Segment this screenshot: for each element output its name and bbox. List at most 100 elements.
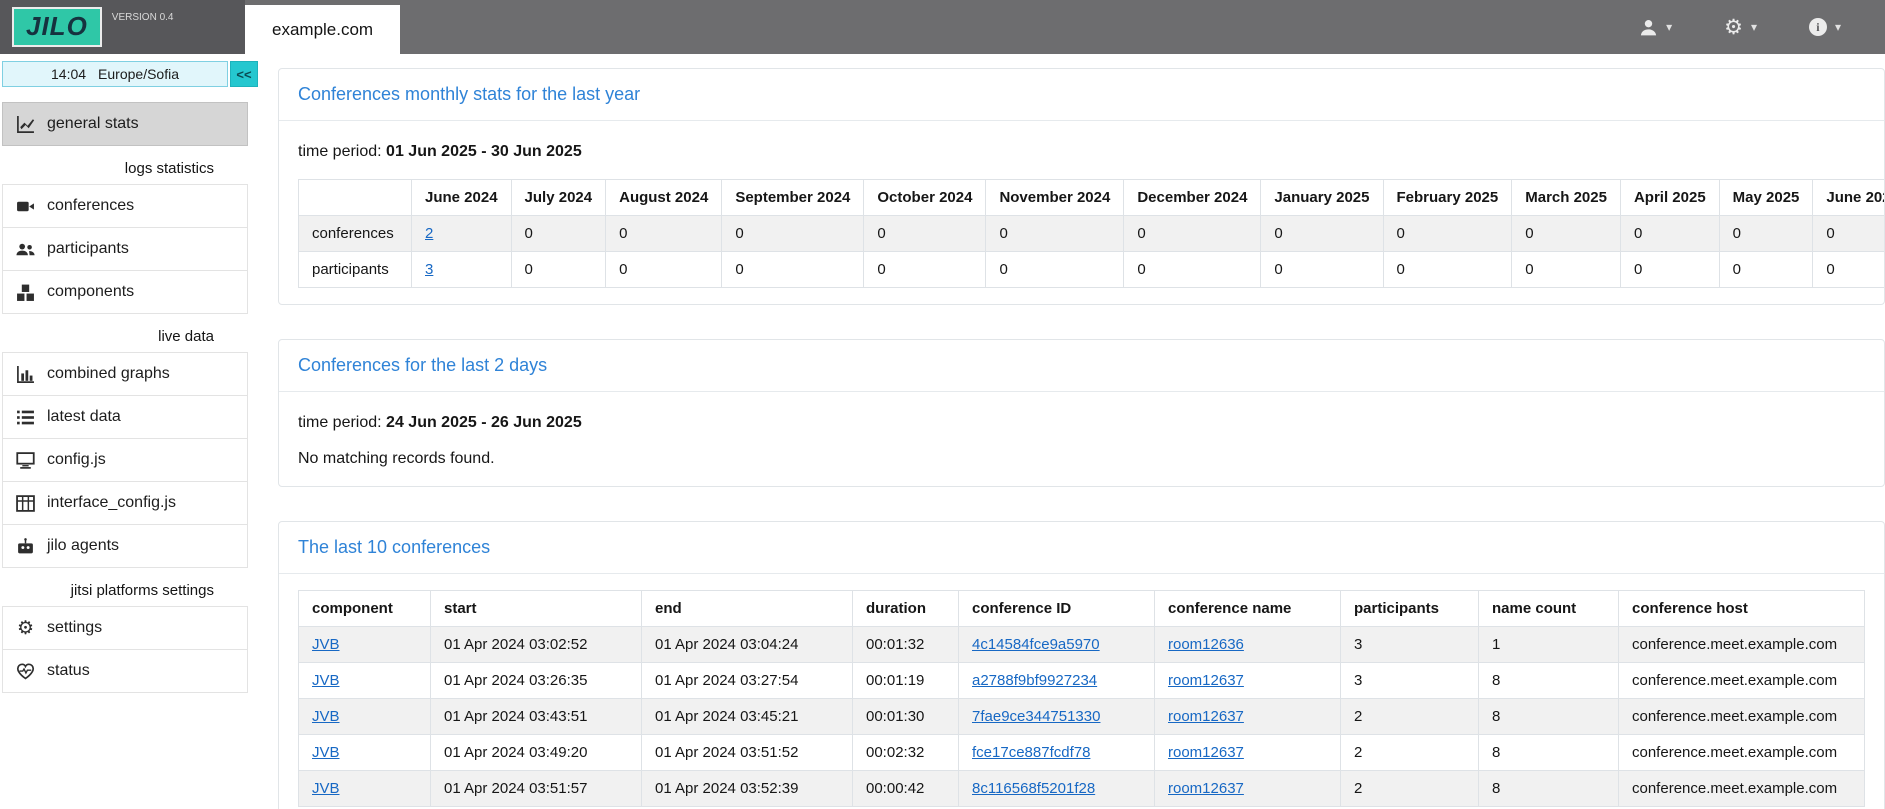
table-link[interactable]: a2788f9bf9927234 bbox=[972, 672, 1097, 689]
cell-with-link: room12637 bbox=[1155, 699, 1341, 735]
table-row: JVB01 Apr 2024 03:02:5201 Apr 2024 03:04… bbox=[299, 627, 1865, 663]
table-cell: 01 Apr 2024 03:43:51 bbox=[431, 699, 642, 735]
user-menu[interactable]: ▾ bbox=[1639, 18, 1672, 37]
sidebar-item-latest-data[interactable]: latest data bbox=[2, 395, 248, 439]
sidebar-item-label: participants bbox=[47, 240, 129, 258]
card-title-last-10-conferences: The last 10 conferences bbox=[279, 522, 1884, 574]
caret-down-icon: ▾ bbox=[1835, 20, 1841, 34]
cell-with-link: JVB bbox=[299, 771, 431, 807]
table-cell: 0 bbox=[1261, 252, 1383, 288]
table-cell: 8 bbox=[1479, 699, 1619, 735]
table-link[interactable]: room12637 bbox=[1168, 708, 1244, 725]
heart-pulse-icon bbox=[16, 662, 35, 681]
sidebar-item-components[interactable]: components bbox=[2, 270, 248, 314]
table-link[interactable]: fce17ce887fcdf78 bbox=[972, 744, 1090, 761]
robot-icon bbox=[16, 537, 35, 556]
bar-chart-icon bbox=[16, 365, 35, 384]
sidebar-section-logs-statistics: logs statistics bbox=[2, 146, 260, 185]
tab-example-com[interactable]: example.com bbox=[245, 5, 400, 54]
jilo-logo: JILO bbox=[12, 7, 102, 46]
info-menu[interactable]: i ▾ bbox=[1809, 18, 1841, 36]
sidebar-item-settings[interactable]: ⚙ settings bbox=[2, 606, 248, 650]
clock-display: 14:04 Europe/Sofia bbox=[2, 61, 228, 87]
column-header: October 2024 bbox=[864, 180, 986, 216]
table-link[interactable]: room12637 bbox=[1168, 744, 1244, 761]
sidebar-item-interface-config-js[interactable]: interface_config.js bbox=[2, 481, 248, 525]
table-cell: 0 bbox=[511, 216, 606, 252]
table-link[interactable]: room12637 bbox=[1168, 672, 1244, 689]
sidebar-item-status[interactable]: status bbox=[2, 649, 248, 693]
column-header: conference name bbox=[1155, 591, 1341, 627]
column-header: February 2025 bbox=[1383, 180, 1512, 216]
table-link[interactable]: 4c14584fce9a5970 bbox=[972, 636, 1100, 653]
table-link[interactable]: JVB bbox=[312, 672, 340, 689]
table-cell: 0 bbox=[1383, 216, 1512, 252]
table-cell: conference.meet.example.com bbox=[1619, 627, 1865, 663]
table-cell: 01 Apr 2024 03:04:24 bbox=[642, 627, 853, 663]
sidebar-item-conferences[interactable]: conferences bbox=[2, 184, 248, 228]
table-cell: 01 Apr 2024 03:27:54 bbox=[642, 663, 853, 699]
column-header: January 2025 bbox=[1261, 180, 1383, 216]
time-period: time period: 01 Jun 2025 - 30 Jun 2025 bbox=[298, 143, 1865, 161]
table-link[interactable]: 3 bbox=[425, 261, 433, 278]
sidebar-item-label: status bbox=[47, 662, 90, 680]
table-cell: 0 bbox=[986, 216, 1124, 252]
cell-with-link: 2 bbox=[412, 216, 512, 252]
column-header: start bbox=[431, 591, 642, 627]
table-link[interactable]: 7fae9ce344751330 bbox=[972, 708, 1100, 725]
table-cell: 00:01:32 bbox=[853, 627, 959, 663]
table-cell: 3 bbox=[1341, 627, 1479, 663]
cell-with-link: JVB bbox=[299, 663, 431, 699]
table-cell: 00:00:42 bbox=[853, 771, 959, 807]
table-link[interactable]: JVB bbox=[312, 708, 340, 725]
table-link[interactable]: room12636 bbox=[1168, 636, 1244, 653]
sidebar-item-label: general stats bbox=[47, 115, 139, 133]
column-header: April 2025 bbox=[1620, 180, 1719, 216]
card-last-10-conferences: The last 10 conferences componentstarten… bbox=[278, 521, 1885, 809]
table-cell: 01 Apr 2024 03:51:57 bbox=[431, 771, 642, 807]
cell-with-link: JVB bbox=[299, 735, 431, 771]
table-link[interactable]: 2 bbox=[425, 225, 433, 242]
table-cell: 01 Apr 2024 03:51:52 bbox=[642, 735, 853, 771]
cubes-icon bbox=[16, 283, 35, 302]
sidebar-item-label: jilo agents bbox=[47, 537, 119, 555]
table-row: conferences2000000000000 bbox=[299, 216, 1885, 252]
sidebar-item-label: conferences bbox=[47, 197, 134, 215]
table-cell: 8 bbox=[1479, 771, 1619, 807]
caret-down-icon: ▾ bbox=[1751, 20, 1757, 34]
table-link[interactable]: JVB bbox=[312, 744, 340, 761]
column-header: November 2024 bbox=[986, 180, 1124, 216]
table-link[interactable]: JVB bbox=[312, 780, 340, 797]
table-cell: 8 bbox=[1479, 663, 1619, 699]
column-header: end bbox=[642, 591, 853, 627]
table-cell: 0 bbox=[1261, 216, 1383, 252]
table-cell: 0 bbox=[1719, 252, 1813, 288]
table-cell: 00:01:19 bbox=[853, 663, 959, 699]
sidebar-item-jilo-agents[interactable]: jilo agents bbox=[2, 524, 248, 568]
table-header-row: componentstartenddurationconference IDco… bbox=[299, 591, 1865, 627]
column-header: December 2024 bbox=[1124, 180, 1261, 216]
column-header: participants bbox=[1341, 591, 1479, 627]
column-header: duration bbox=[853, 591, 959, 627]
card-body: time period: 01 Jun 2025 - 30 Jun 2025 J… bbox=[279, 121, 1884, 304]
time-period-label: time period: bbox=[298, 143, 382, 160]
clock-time: 14:04 bbox=[51, 66, 86, 82]
column-header: September 2024 bbox=[722, 180, 864, 216]
table-link[interactable]: 8c116568f5201f28 bbox=[972, 780, 1095, 797]
settings-menu[interactable]: ⚙ ▾ bbox=[1724, 17, 1757, 38]
table-cell: 8 bbox=[1479, 735, 1619, 771]
time-period-value: 24 Jun 2025 - 26 Jun 2025 bbox=[386, 414, 582, 431]
sidebar-item-participants[interactable]: participants bbox=[2, 227, 248, 271]
table-cell: 0 bbox=[606, 216, 722, 252]
table-link[interactable]: room12637 bbox=[1168, 780, 1244, 797]
table-cell: 1 bbox=[1479, 627, 1619, 663]
cell-with-link: 8c116568f5201f28 bbox=[959, 771, 1155, 807]
table-cell: 0 bbox=[1719, 216, 1813, 252]
table-row: JVB01 Apr 2024 03:26:3501 Apr 2024 03:27… bbox=[299, 663, 1865, 699]
sidebar-collapse-button[interactable]: << bbox=[230, 61, 258, 87]
table-link[interactable]: JVB bbox=[312, 636, 340, 653]
table-cell: participants bbox=[299, 252, 412, 288]
sidebar-item-general-stats[interactable]: general stats bbox=[2, 102, 248, 146]
sidebar-item-combined-graphs[interactable]: combined graphs bbox=[2, 352, 248, 396]
sidebar-item-config-js[interactable]: config.js bbox=[2, 438, 248, 482]
